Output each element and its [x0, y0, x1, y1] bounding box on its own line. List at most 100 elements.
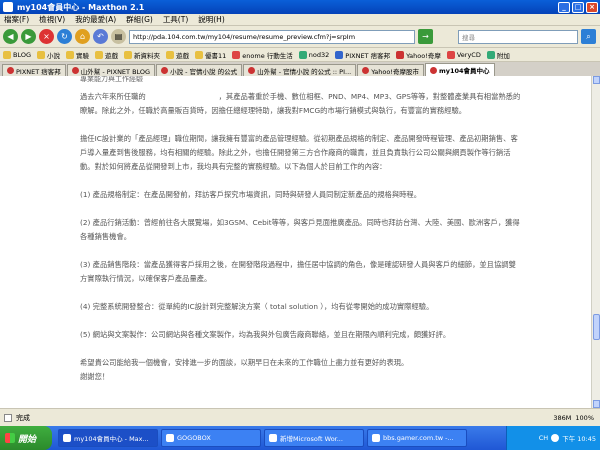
fav-yahoo[interactable]: Yahoo!奇摩	[396, 50, 441, 60]
fav-addon[interactable]: 附加	[486, 50, 510, 60]
scroll-down-icon[interactable]	[593, 400, 600, 408]
undo-icon[interactable]: ↶	[93, 29, 108, 44]
tab-favicon	[362, 67, 370, 74]
tab-my104[interactable]: my104會員中心	[424, 63, 495, 76]
paragraph: (5) 網站與文案製作：公司網站與各種文案製作，均為我與外包廣告廠商聯絡，並且在…	[80, 330, 451, 339]
tab-pixnet[interactable]: PIXNET 痞客邦	[2, 64, 66, 76]
menu-file[interactable]: 檔案(F)	[4, 14, 29, 25]
search-icon[interactable]: ⌕	[581, 29, 596, 44]
tab-favicon	[7, 67, 14, 74]
menu-tools[interactable]: 工具(T)	[163, 14, 188, 25]
system-tray: CH 下午 10:45	[506, 426, 600, 450]
tab-favicon	[248, 67, 256, 74]
address-text: http://pda.104.com.tw/my104/resume/resum…	[133, 32, 356, 41]
menu-bar: 檔案(F) 檢視(V) 我的最愛(A) 群組(G) 工具(T) 說明(H)	[0, 14, 600, 26]
page-icon[interactable]: ▤	[111, 29, 126, 44]
title-bar: my104會員中心 - Maxthon 2.1 _ □ ×	[0, 0, 600, 14]
maxthon-app-icon	[3, 2, 13, 12]
tab-novel-pixnet[interactable]: 山外幫 - 官情小說 的公式 :: PI...	[243, 64, 357, 76]
memory-usage: 386M	[553, 413, 572, 422]
fav-enome[interactable]: enome 行動生活	[232, 50, 293, 60]
app-icon	[269, 434, 277, 442]
menu-group[interactable]: 群組(G)	[126, 14, 153, 25]
tab-yahoo-stock[interactable]: Yahoo!奇摩股市	[357, 64, 424, 76]
tab-favicon	[71, 67, 79, 74]
scroll-thumb[interactable]	[593, 314, 600, 340]
tab-novel[interactable]: 小說 - 官情小說 的公式	[156, 64, 243, 76]
zoom-level[interactable]: 100%	[575, 414, 594, 422]
site-icon	[446, 50, 455, 59]
task-gogobox[interactable]: GOGOBOX	[161, 429, 261, 447]
back-icon[interactable]: ◀	[3, 29, 18, 44]
fav-game-2[interactable]: 遊戲	[166, 50, 189, 60]
fav-novel[interactable]: 小說	[37, 50, 60, 60]
tab-favicon	[429, 66, 437, 74]
clock: 下午 10:45	[562, 435, 596, 443]
close-button[interactable]: ×	[586, 1, 598, 13]
search-input[interactable]: 搜尋	[458, 29, 578, 44]
folder-icon	[166, 50, 175, 59]
fav-book[interactable]: 優書11	[195, 50, 226, 60]
page-content: 專業能力與工作經驗 過去六年來所任職的 ，其產品著重於手機、數位相框、PND、M…	[0, 76, 591, 408]
vertical-scrollbar[interactable]	[591, 76, 600, 408]
paragraph: 過去六年來所任職的 ，其產品著重於手機、數位相框、PND、MP4、MP3、GPS…	[80, 92, 521, 115]
go-icon[interactable]: →	[418, 29, 433, 44]
menu-favorites[interactable]: 我的最愛(A)	[75, 14, 116, 25]
resume-text: 過去六年來所任職的 ，其產品著重於手機、數位相框、PND、MP4、MP3、GPS…	[80, 90, 522, 398]
closing-paragraph: 希望貴公司能給我一個機會，安排進一步的面談，以期早日在未來的工作職位上盡力並有更…	[80, 358, 409, 381]
status-bar: 完成 386M 100%	[0, 408, 600, 426]
app-icon	[63, 434, 71, 442]
task-gamer[interactable]: bbs.gamer.com.tw -...	[367, 429, 467, 447]
home-icon[interactable]: ⌂	[75, 29, 90, 44]
tray-icon[interactable]	[551, 434, 560, 442]
tab-pixnet-blog[interactable]: 山外幫 - PIXNET BLOG	[66, 64, 156, 76]
fav-verycd[interactable]: VeryCD	[446, 50, 481, 59]
fav-pixnet[interactable]: PIXNET 痞客邦	[335, 50, 390, 60]
minimize-button[interactable]: _	[558, 1, 570, 13]
folder-icon	[37, 50, 46, 59]
paragraph: (1) 產品規格制定：在產品開發前，拜訪客戶探究市場資訊，同時與研發人員同制定新…	[80, 190, 422, 199]
folder-icon	[3, 50, 11, 59]
refresh-icon[interactable]: ↻	[57, 29, 72, 44]
fav-lab[interactable]: 實驗	[66, 50, 89, 60]
tab-bar: PIXNET 痞客邦 山外幫 - PIXNET BLOG 小說 - 官情小說 的…	[0, 62, 600, 76]
site-icon	[232, 50, 241, 59]
app-icon	[372, 434, 380, 442]
paragraph: (2) 產品行銷活動：曾經前往各大展覽場，如3GSM、Cebit等等，與客戶見面…	[80, 218, 520, 241]
search-placeholder: 搜尋	[462, 33, 475, 42]
maximize-button[interactable]: □	[572, 1, 584, 13]
address-bar[interactable]: http://pda.104.com.tw/my104/resume/resum…	[129, 29, 415, 44]
site-icon	[396, 50, 405, 59]
stop-icon[interactable]: ×	[39, 29, 54, 44]
paragraph: (4) 完整系統開發整合：從單純的IC設計到完整解決方案（ total solu…	[80, 302, 434, 311]
task-word[interactable]: 新增Microsoft Wor...	[264, 429, 364, 447]
folder-icon	[66, 50, 75, 59]
fav-nod32[interactable]: nod32	[298, 50, 329, 59]
toolbar: ◀ ▶ × ↻ ⌂ ↶ ▤ http://pda.104.com.tw/my10…	[0, 26, 600, 48]
app-icon	[166, 434, 174, 442]
menu-help[interactable]: 說明(H)	[198, 14, 225, 25]
forward-icon[interactable]: ▶	[21, 29, 36, 44]
folder-icon	[124, 50, 133, 59]
scroll-up-icon[interactable]	[593, 76, 600, 84]
windows-logo-icon	[5, 433, 15, 443]
site-icon	[298, 50, 307, 59]
folder-icon	[195, 50, 204, 59]
language-indicator[interactable]: CH	[539, 434, 548, 442]
menu-view[interactable]: 檢視(V)	[39, 14, 65, 25]
paragraph: 擔任IC設計業的「產品經理」職位期間，讓我擁有豐富的產品管理經驗。從初期產品規格…	[80, 134, 518, 171]
section-heading: 專業能力與工作經驗	[80, 76, 143, 83]
taskbar: 開始 my104會員中心 - Max... GOGOBOX 新增Microsof…	[0, 426, 600, 450]
status-text: 完成	[16, 413, 30, 422]
fav-blog[interactable]: BLOG	[3, 50, 31, 59]
favorites-bar: BLOG 小說 實驗 遊戲 新資料夾 遊戲 優書11 enome 行動生活 no…	[0, 48, 600, 62]
fav-new-folder[interactable]: 新資料夾	[124, 50, 160, 60]
tab-favicon	[161, 67, 169, 74]
site-icon	[335, 50, 344, 59]
folder-icon	[95, 50, 104, 59]
task-my104[interactable]: my104會員中心 - Max...	[58, 429, 158, 447]
window-title: my104會員中心 - Maxthon 2.1	[17, 2, 145, 12]
fav-game[interactable]: 遊戲	[95, 50, 118, 60]
paragraph: (3) 產品銷售階段：當產品獲得客戶採用之後，在開發階段過程中，擔任居中協調的角…	[80, 260, 516, 283]
start-button[interactable]: 開始	[0, 426, 52, 450]
